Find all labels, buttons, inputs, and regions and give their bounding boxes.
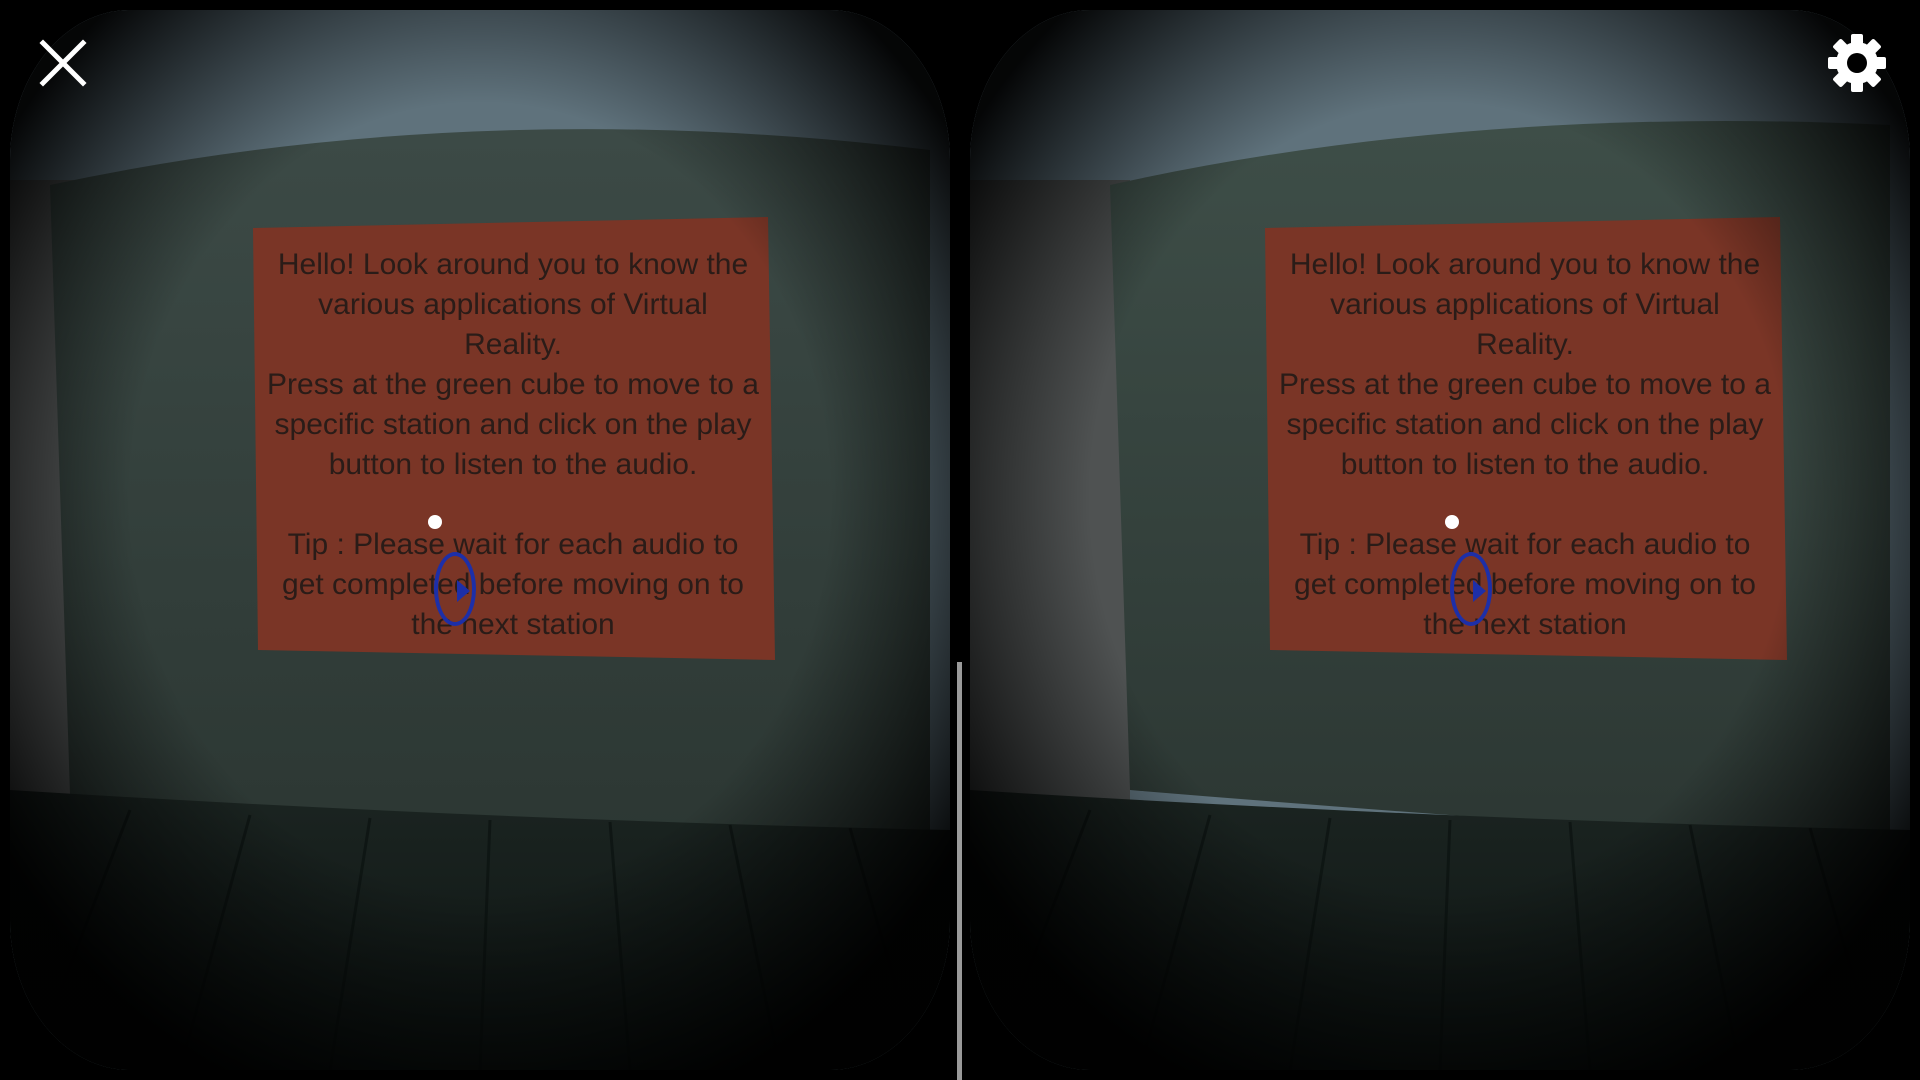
play-icon bbox=[1473, 580, 1486, 602]
panel-line-blank bbox=[253, 485, 773, 525]
floor bbox=[10, 790, 950, 1070]
panel-line: various applications of Virtual bbox=[1330, 288, 1720, 321]
reticle-dot-icon bbox=[428, 515, 442, 529]
panel-line: specific station and click on the play bbox=[274, 408, 752, 441]
right-eye-view: Hello! Look around you to know the vario… bbox=[960, 0, 1920, 1080]
panel-line: Tip : Please wait for each audio to bbox=[287, 528, 739, 561]
right-lens: Hello! Look around you to know the vario… bbox=[970, 10, 1910, 1070]
panel-line: button to listen to the audio. bbox=[1340, 448, 1710, 481]
panel-line: the next station bbox=[1423, 608, 1627, 641]
gear-icon[interactable] bbox=[1826, 32, 1888, 94]
panel-line: Hello! Look around you to know the bbox=[277, 248, 749, 281]
info-panel-text: Hello! Look around you to know the vario… bbox=[253, 245, 773, 645]
play-button[interactable] bbox=[1450, 552, 1492, 626]
panel-line: various applications of Virtual bbox=[318, 288, 708, 321]
panel-line: Tip : Please wait for each audio to bbox=[1299, 528, 1751, 561]
panel-line: Press at the green cube to move to a bbox=[267, 368, 759, 401]
panel-line: Hello! Look around you to know the bbox=[1289, 248, 1761, 281]
viewer-alignment-divider bbox=[957, 662, 962, 1080]
play-icon bbox=[457, 580, 470, 602]
panel-line: button to listen to the audio. bbox=[328, 448, 698, 481]
panel-line: Reality. bbox=[464, 328, 562, 361]
reticle-dot-icon bbox=[1445, 515, 1459, 529]
side-wall bbox=[970, 180, 1130, 800]
panel-line: Press at the green cube to move to a bbox=[1279, 368, 1771, 401]
panel-line-blank bbox=[1265, 485, 1785, 525]
info-panel-text: Hello! Look around you to know the vario… bbox=[1265, 245, 1785, 645]
panel-line: the next station bbox=[411, 608, 615, 641]
panel-line: get completed before moving on to bbox=[282, 568, 744, 601]
play-button[interactable] bbox=[434, 552, 476, 626]
close-icon[interactable] bbox=[34, 34, 92, 92]
floor bbox=[970, 790, 1910, 1070]
left-lens: Hello! Look around you to know the vario… bbox=[10, 10, 950, 1070]
panel-line: specific station and click on the play bbox=[1286, 408, 1764, 441]
panel-line: Reality. bbox=[1476, 328, 1574, 361]
left-eye-view: Hello! Look around you to know the vario… bbox=[0, 0, 960, 1080]
panel-line: get completed before moving on to bbox=[1294, 568, 1756, 601]
